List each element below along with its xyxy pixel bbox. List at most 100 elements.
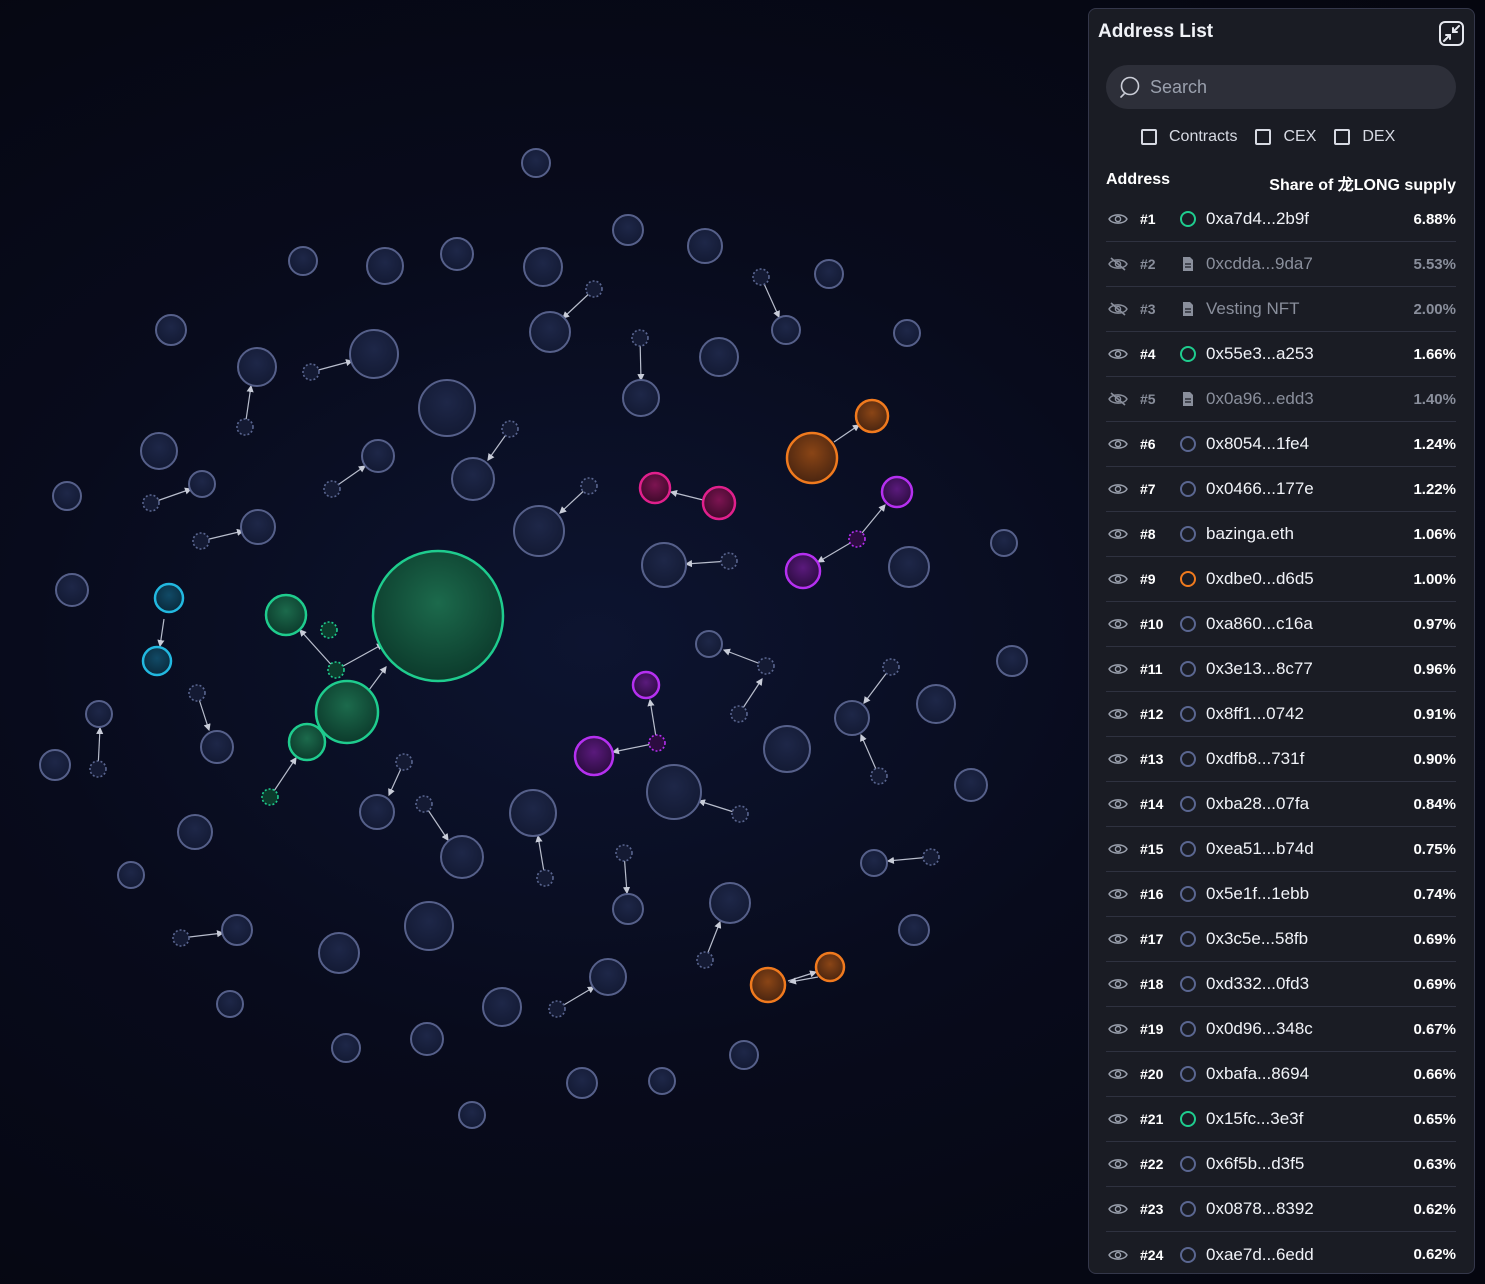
row-address[interactable]: 0xea51...b74d [1206, 839, 1314, 859]
eye-icon[interactable] [1106, 1112, 1128, 1126]
search-input[interactable] [1150, 76, 1440, 98]
holder-bubble[interactable] [509, 789, 557, 837]
eye-icon[interactable] [1106, 1202, 1128, 1216]
holder-bubble[interactable] [854, 398, 890, 434]
eye-icon[interactable] [1106, 482, 1128, 496]
cex-checkbox[interactable] [1255, 129, 1272, 145]
eye-off-icon[interactable] [1106, 392, 1128, 406]
contract-bubble[interactable] [631, 329, 649, 347]
holder-bubble[interactable] [349, 329, 399, 379]
holder-bubble[interactable] [523, 247, 563, 287]
address-row[interactable]: #6 0x8054...1fe4 1.24% [1106, 422, 1456, 467]
address-row[interactable]: #21 0x15fc...3e3f 0.65% [1106, 1097, 1456, 1142]
holder-bubble[interactable] [318, 932, 360, 974]
eye-icon[interactable] [1106, 1067, 1128, 1081]
holder-bubble[interactable] [641, 542, 687, 588]
holder-bubble[interactable] [366, 247, 404, 285]
eye-icon[interactable] [1106, 932, 1128, 946]
holder-bubble[interactable] [200, 730, 234, 764]
address-row[interactable]: #4 0x55e3...a253 1.66% [1106, 332, 1456, 377]
address-row[interactable]: #10 0xa860...c16a 0.97% [1106, 602, 1456, 647]
holder-bubble[interactable] [893, 319, 921, 347]
row-address[interactable]: 0xd332...0fd3 [1206, 974, 1309, 994]
address-row[interactable]: #9 0xdbe0...d6d5 1.00% [1106, 557, 1456, 602]
holder-bubble[interactable] [687, 228, 723, 264]
address-row[interactable]: #7 0x0466...177e 1.22% [1106, 467, 1456, 512]
holder-bubble[interactable] [361, 439, 395, 473]
address-row[interactable]: #19 0x0d96...348c 0.67% [1106, 1007, 1456, 1052]
contract-bubble[interactable] [188, 684, 206, 702]
address-row[interactable]: #17 0x3c5e...58fb 0.69% [1106, 917, 1456, 962]
holder-bubble[interactable] [371, 549, 505, 683]
row-address[interactable]: 0x0466...177e [1206, 479, 1314, 499]
eye-icon[interactable] [1106, 572, 1128, 586]
row-address[interactable]: 0x0878...8392 [1206, 1199, 1314, 1219]
holder-bubble[interactable] [638, 471, 672, 505]
address-row[interactable]: #14 0xba28...07fa 0.84% [1106, 782, 1456, 827]
eye-icon[interactable] [1106, 1157, 1128, 1171]
eye-icon[interactable] [1106, 437, 1128, 451]
holder-bubble[interactable] [814, 259, 844, 289]
holder-bubble[interactable] [709, 882, 751, 924]
contract-bubble[interactable] [720, 552, 738, 570]
row-address[interactable]: 0xdbe0...d6d5 [1206, 569, 1314, 589]
row-address[interactable]: 0x3e13...8c77 [1206, 659, 1313, 679]
holder-bubble[interactable] [410, 1022, 444, 1056]
contract-bubble[interactable] [757, 657, 775, 675]
holder-bubble[interactable] [155, 314, 187, 346]
holder-bubble[interactable] [898, 914, 930, 946]
eye-icon[interactable] [1106, 842, 1128, 856]
row-address[interactable]: 0x8054...1fe4 [1206, 434, 1309, 454]
address-row[interactable]: #8 bazinga.eth 1.06% [1106, 512, 1456, 557]
address-row[interactable]: #16 0x5e1f...1ebb 0.74% [1106, 872, 1456, 917]
address-row[interactable]: #2 0xcdda...9da7 5.53% [1106, 242, 1456, 287]
address-row[interactable]: #13 0xdfb8...731f 0.90% [1106, 737, 1456, 782]
holder-bubble[interactable] [784, 552, 822, 590]
holder-bubble[interactable] [648, 1067, 676, 1095]
holder-bubble[interactable] [404, 901, 454, 951]
filter-cex[interactable]: CEX [1255, 128, 1316, 146]
address-row[interactable]: #18 0xd332...0fd3 0.69% [1106, 962, 1456, 1007]
holder-bubble[interactable] [85, 700, 113, 728]
contract-bubble[interactable] [848, 530, 866, 548]
holder-bubble[interactable] [573, 735, 615, 777]
row-address[interactable]: 0xba28...07fa [1206, 794, 1309, 814]
holder-bubble[interactable] [996, 645, 1028, 677]
holder-bubble[interactable] [814, 951, 846, 983]
holder-bubble[interactable] [631, 670, 661, 700]
contract-bubble[interactable] [142, 494, 160, 512]
holder-bubble[interactable] [729, 1040, 759, 1070]
contract-bubble[interactable] [302, 363, 320, 381]
holder-bubble[interactable] [482, 987, 522, 1027]
holder-bubble[interactable] [237, 347, 277, 387]
row-address[interactable]: 0xdfb8...731f [1206, 749, 1304, 769]
holder-bubble[interactable] [440, 835, 484, 879]
holder-bubble[interactable] [990, 529, 1018, 557]
contract-bubble[interactable] [585, 280, 603, 298]
address-row[interactable]: #23 0x0878...8392 0.62% [1106, 1187, 1456, 1232]
holder-bubble[interactable] [418, 379, 476, 437]
holder-bubble[interactable] [513, 505, 565, 557]
contract-bubble[interactable] [922, 848, 940, 866]
address-row[interactable]: #15 0xea51...b74d 0.75% [1106, 827, 1456, 872]
contract-bubble[interactable] [730, 705, 748, 723]
holder-bubble[interactable] [331, 1033, 361, 1063]
contract-bubble[interactable] [882, 658, 900, 676]
holder-bubble[interactable] [622, 379, 660, 417]
dex-checkbox[interactable] [1334, 129, 1351, 145]
address-row[interactable]: #24 0xae7d...6edd 0.62% [1106, 1232, 1456, 1273]
eye-icon[interactable] [1106, 527, 1128, 541]
holder-bubble[interactable] [117, 861, 145, 889]
row-address[interactable]: 0x6f5b...d3f5 [1206, 1154, 1304, 1174]
holder-bubble[interactable] [55, 573, 89, 607]
row-address[interactable]: 0x0d96...348c [1206, 1019, 1313, 1039]
row-address[interactable]: 0x5e1f...1ebb [1206, 884, 1309, 904]
eye-icon[interactable] [1106, 887, 1128, 901]
contract-bubble[interactable] [548, 1000, 566, 1018]
holder-bubble[interactable] [701, 485, 737, 521]
holder-bubble[interactable] [880, 475, 914, 509]
row-address[interactable]: 0x0a96...edd3 [1206, 389, 1314, 409]
contract-bubble[interactable] [870, 767, 888, 785]
contract-bubble[interactable] [415, 795, 433, 813]
holder-bubble[interactable] [763, 725, 811, 773]
